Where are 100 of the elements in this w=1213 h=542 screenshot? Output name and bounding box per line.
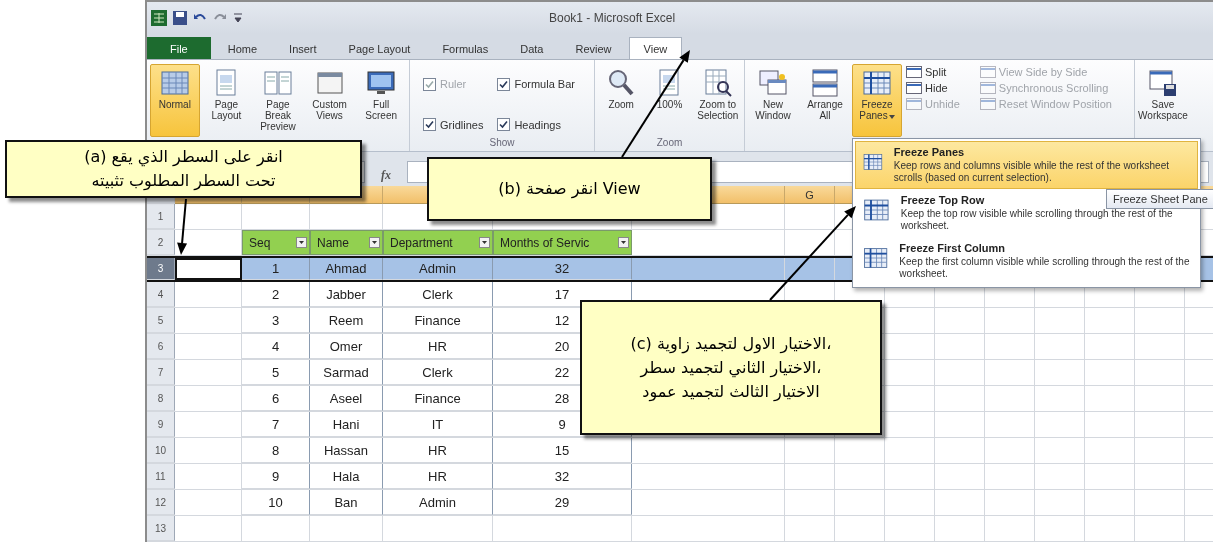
table-cell: 3 bbox=[242, 308, 310, 334]
table-cell: Admin bbox=[383, 258, 493, 281]
window-icon bbox=[906, 82, 922, 95]
spreadsheet-logo-icon[interactable] bbox=[151, 9, 167, 26]
menu-item[interactable]: Freeze Panes Keep rows and columns visible while the rest of the worksheet scrolls (based on current selection). bbox=[855, 141, 1198, 189]
row-number[interactable]: 10 bbox=[147, 438, 175, 464]
row-number[interactable]: 2 bbox=[147, 230, 175, 256]
table-cell: 2 bbox=[242, 282, 310, 308]
menu-item-title: Freeze First Column bbox=[899, 242, 1006, 254]
group-label: Zoom bbox=[656, 137, 683, 149]
row-number[interactable]: 11 bbox=[147, 464, 175, 490]
group-label: Show bbox=[489, 137, 515, 149]
checkbox-label: Formula Bar bbox=[514, 78, 575, 91]
ribbon-button[interactable]: Page Layout bbox=[201, 64, 252, 138]
save-icon[interactable] bbox=[173, 10, 187, 25]
table-cell: Finance bbox=[383, 386, 493, 412]
table-cell: Sarmad bbox=[310, 360, 383, 386]
table-cell: 32 bbox=[493, 258, 632, 281]
menu-item-description: Keep the top row visible while scrolling through the rest of the worksheet. bbox=[900, 208, 1174, 232]
table-cell: 15 bbox=[493, 438, 632, 464]
ribbon-button[interactable]: Page Break Preview bbox=[253, 64, 303, 138]
ribbon-button[interactable]: Save Workspace bbox=[1138, 64, 1188, 138]
table-cell: Clerk bbox=[383, 282, 493, 308]
row-number[interactable]: 1 bbox=[147, 204, 175, 230]
table-cell: Ahmad bbox=[310, 258, 383, 281]
checkbox[interactable] bbox=[497, 77, 511, 91]
ribbon-tab[interactable]: Formulas bbox=[427, 37, 504, 60]
table-cell: 9 bbox=[242, 464, 310, 490]
ribbon-button[interactable]: 100% bbox=[646, 64, 693, 138]
ribbon-tab[interactable]: Home bbox=[212, 37, 273, 60]
table-cell: HR bbox=[383, 464, 493, 490]
ribbon-small-button[interactable]: Split bbox=[904, 66, 962, 79]
filter-dropdown-icon[interactable] bbox=[479, 237, 490, 249]
ribbon-button[interactable]: Freeze Panes bbox=[852, 64, 902, 138]
ribbon-button[interactable]: Full Screen bbox=[356, 64, 406, 138]
table-cell: Clerk bbox=[383, 360, 493, 386]
active-cell[interactable] bbox=[175, 258, 242, 281]
ribbon-button[interactable]: Arrange All bbox=[800, 64, 850, 138]
ribbon-tab[interactable]: Data bbox=[505, 37, 559, 60]
table-cell: Omer bbox=[310, 334, 383, 360]
ribbon-tab[interactable]: Review bbox=[560, 37, 627, 60]
ribbon-button[interactable]: Custom Views bbox=[304, 64, 355, 138]
menu-item-description: Keep rows and columns visible while the rest of the worksheet scrolls (based on current selection). bbox=[893, 160, 1170, 184]
window-icon bbox=[979, 98, 996, 111]
menu-item[interactable]: Freeze First Column Keep the first column visible while scrolling through the rest of the worksheet. bbox=[855, 237, 1198, 285]
row-number[interactable]: 13 bbox=[147, 516, 175, 541]
filter-dropdown-icon[interactable] bbox=[618, 237, 629, 249]
caret-icon bbox=[888, 115, 895, 120]
table-cell: Aseel bbox=[310, 386, 383, 412]
menu-item-description: Keep the first column visible while scrolling through the rest of the worksheet. bbox=[899, 256, 1191, 280]
checkbox[interactable] bbox=[423, 118, 436, 132]
row-number[interactable]: 6 bbox=[147, 334, 175, 360]
window-title: Book1 - Microsoft Excel bbox=[549, 10, 676, 25]
column-title: Department bbox=[390, 235, 453, 250]
table-cell: HR bbox=[383, 438, 493, 464]
row-number[interactable]: 7 bbox=[147, 360, 175, 386]
ribbon-button[interactable]: Normal bbox=[150, 64, 200, 138]
table-cell: 7 bbox=[242, 412, 310, 438]
menu-item-title: Freeze Panes bbox=[893, 146, 965, 158]
table-cell: Jabber bbox=[310, 282, 383, 308]
callout-tooltip: (b) انقر صفحة View bbox=[427, 157, 712, 221]
table-cell: Hassan bbox=[310, 438, 383, 464]
checkbox-label: Ruler bbox=[440, 78, 467, 91]
ribbon-tab[interactable]: View bbox=[628, 37, 683, 60]
filter-dropdown-icon[interactable] bbox=[296, 237, 307, 249]
row-number[interactable]: 12 bbox=[147, 490, 175, 516]
row-number[interactable]: 9 bbox=[147, 412, 175, 438]
callout-tooltip: (a) انقر على السطر الذي يقع تحت السطر المطلوب تثبيته bbox=[5, 140, 362, 198]
checkbox[interactable] bbox=[497, 118, 511, 132]
column-title: Name bbox=[317, 235, 349, 250]
callout-tooltip: (c) الاختيار الاول لتجميد زاوية، الاختيار الثاني لتجميد سطر، الاختيار الثالث لتجميد عمود bbox=[580, 300, 882, 435]
column-title: Seq bbox=[249, 235, 271, 250]
filter-dropdown-icon[interactable] bbox=[369, 237, 380, 249]
ribbon-button[interactable]: New Window bbox=[748, 64, 798, 138]
table-cell: Reem bbox=[310, 308, 383, 334]
table-cell: 4 bbox=[242, 334, 310, 360]
table-cell: 1 bbox=[242, 258, 310, 281]
customize-toolbar-icon[interactable] bbox=[233, 11, 243, 24]
ribbon-tab[interactable]: Insert bbox=[274, 37, 332, 60]
row-number[interactable]: 4 bbox=[147, 282, 175, 308]
table-cell: 29 bbox=[493, 490, 632, 516]
ribbon-button[interactable]: Zoom to Selection bbox=[694, 64, 741, 138]
ribbon-small-button[interactable]: Hide bbox=[904, 82, 962, 95]
function-label[interactable]: fx bbox=[371, 167, 401, 183]
table-cell: 32 bbox=[493, 464, 632, 490]
table-cell: 10 bbox=[242, 490, 310, 516]
row-number[interactable]: 8 bbox=[147, 386, 175, 412]
table-cell: IT bbox=[383, 412, 493, 438]
ribbon-tab[interactable]: File bbox=[147, 37, 211, 60]
ribbon-button[interactable]: Zoom bbox=[598, 64, 645, 138]
ribbon-tab[interactable]: Page Layout bbox=[333, 37, 426, 60]
table-cell: HR bbox=[383, 334, 493, 360]
table-cell: Finance bbox=[383, 308, 493, 334]
row-number[interactable]: 5 bbox=[147, 308, 175, 334]
row-number[interactable]: 3 bbox=[147, 258, 175, 281]
stacked-windows-icon bbox=[809, 67, 841, 100]
table-cell: 6 bbox=[242, 386, 310, 412]
tooltip: Freeze Sheet Pane bbox=[1106, 189, 1213, 209]
pointer-arrow bbox=[177, 198, 188, 255]
window-icon bbox=[979, 82, 996, 95]
